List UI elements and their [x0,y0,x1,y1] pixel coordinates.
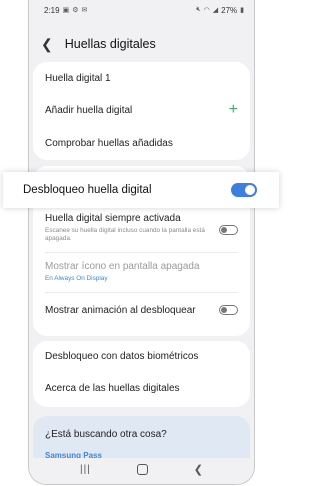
email-icon: ✉ [81,7,88,14]
always-on-label: Huella digital siempre activada [45,213,181,224]
screen-off-icon-label: Mostrar ícono en pantalla apagada [45,261,200,272]
add-fingerprint-item[interactable]: Añadir huella digital + [45,100,238,120]
fingerprint-unlock-label: Desbloqueo huella digital [23,184,152,196]
image-icon: ▣ [62,7,70,14]
battery-percent: 27% [221,5,238,15]
status-bar: 2:19 ▣ ⚙ ✉ 🔇︎ ◠ ◢ 27% ▮ [29,0,254,20]
recents-icon[interactable]: ||| [80,464,91,475]
biometric-unlock-label: Desbloqueo con datos biométricos [45,350,199,362]
add-fingerprint-label: Añadir huella digital [45,104,133,116]
home-icon[interactable] [136,463,148,475]
signal-icon: ◢ [212,7,219,14]
gear-icon: ⚙ [72,7,79,14]
plus-icon[interactable]: + [229,101,238,119]
check-fingerprints-label: Comprobar huellas añadidas [45,137,173,149]
screen-off-icon-sublabel: En Always On Display [45,275,108,282]
back-arrow-icon[interactable]: ❮ [41,36,53,53]
divider [45,252,238,253]
mute-icon: 🔇︎ [196,6,201,13]
wifi-icon: ◠ [203,7,210,14]
about-fingerprints-item[interactable]: Acerca de las huellas digitales [45,378,238,398]
screen-off-icon-item[interactable]: Mostrar ícono en pantalla apagada En Alw… [45,261,238,287]
check-fingerprints-item[interactable]: Comprobar huellas añadidas [45,133,238,153]
unlock-animation-toggle[interactable] [219,305,238,315]
fingerprint-1-label: Huella digital 1 [45,72,111,84]
about-fingerprints-label: Acerca de las huellas digitales [45,382,180,394]
always-on-toggle[interactable] [219,225,238,235]
page-title: Huellas digitales [64,37,156,51]
page-header: ❮ Huellas digitales [29,28,254,60]
status-time: 2:19 [44,5,60,15]
suggestions-title: ¿Está buscando otra cosa? [45,428,167,440]
battery-icon: ▮ [240,7,244,14]
unlock-animation-label: Mostrar animación al desbloquear [45,304,196,316]
suggestions-title-row: ¿Está buscando otra cosa? [45,426,238,442]
more-card: Desbloqueo con datos biométricos Acerca … [33,341,250,407]
biometric-unlock-item[interactable]: Desbloqueo con datos biométricos [45,346,238,366]
always-on-item[interactable]: Huella digital siempre activada Escanee … [45,213,238,245]
navigation-bar: ||| ❮ [29,458,254,480]
fingerprint-unlock-toggle[interactable] [231,183,257,197]
unlock-animation-item[interactable]: Mostrar animación al desbloquear [45,300,238,320]
fingerprint-1-item[interactable]: Huella digital 1 [45,68,238,88]
fingerprints-card: Huella digital 1 Añadir huella digital +… [33,62,250,160]
fingerprint-unlock-item[interactable]: Desbloqueo huella digital [3,172,279,208]
always-on-description: Escanee su huella digital incluso cuando… [45,227,205,242]
phone-screen: 2:19 ▣ ⚙ ✉ 🔇︎ ◠ ◢ 27% ▮ ❮ Huellas digita… [28,0,255,485]
back-icon[interactable]: ❮ [194,463,203,476]
divider [45,292,238,293]
